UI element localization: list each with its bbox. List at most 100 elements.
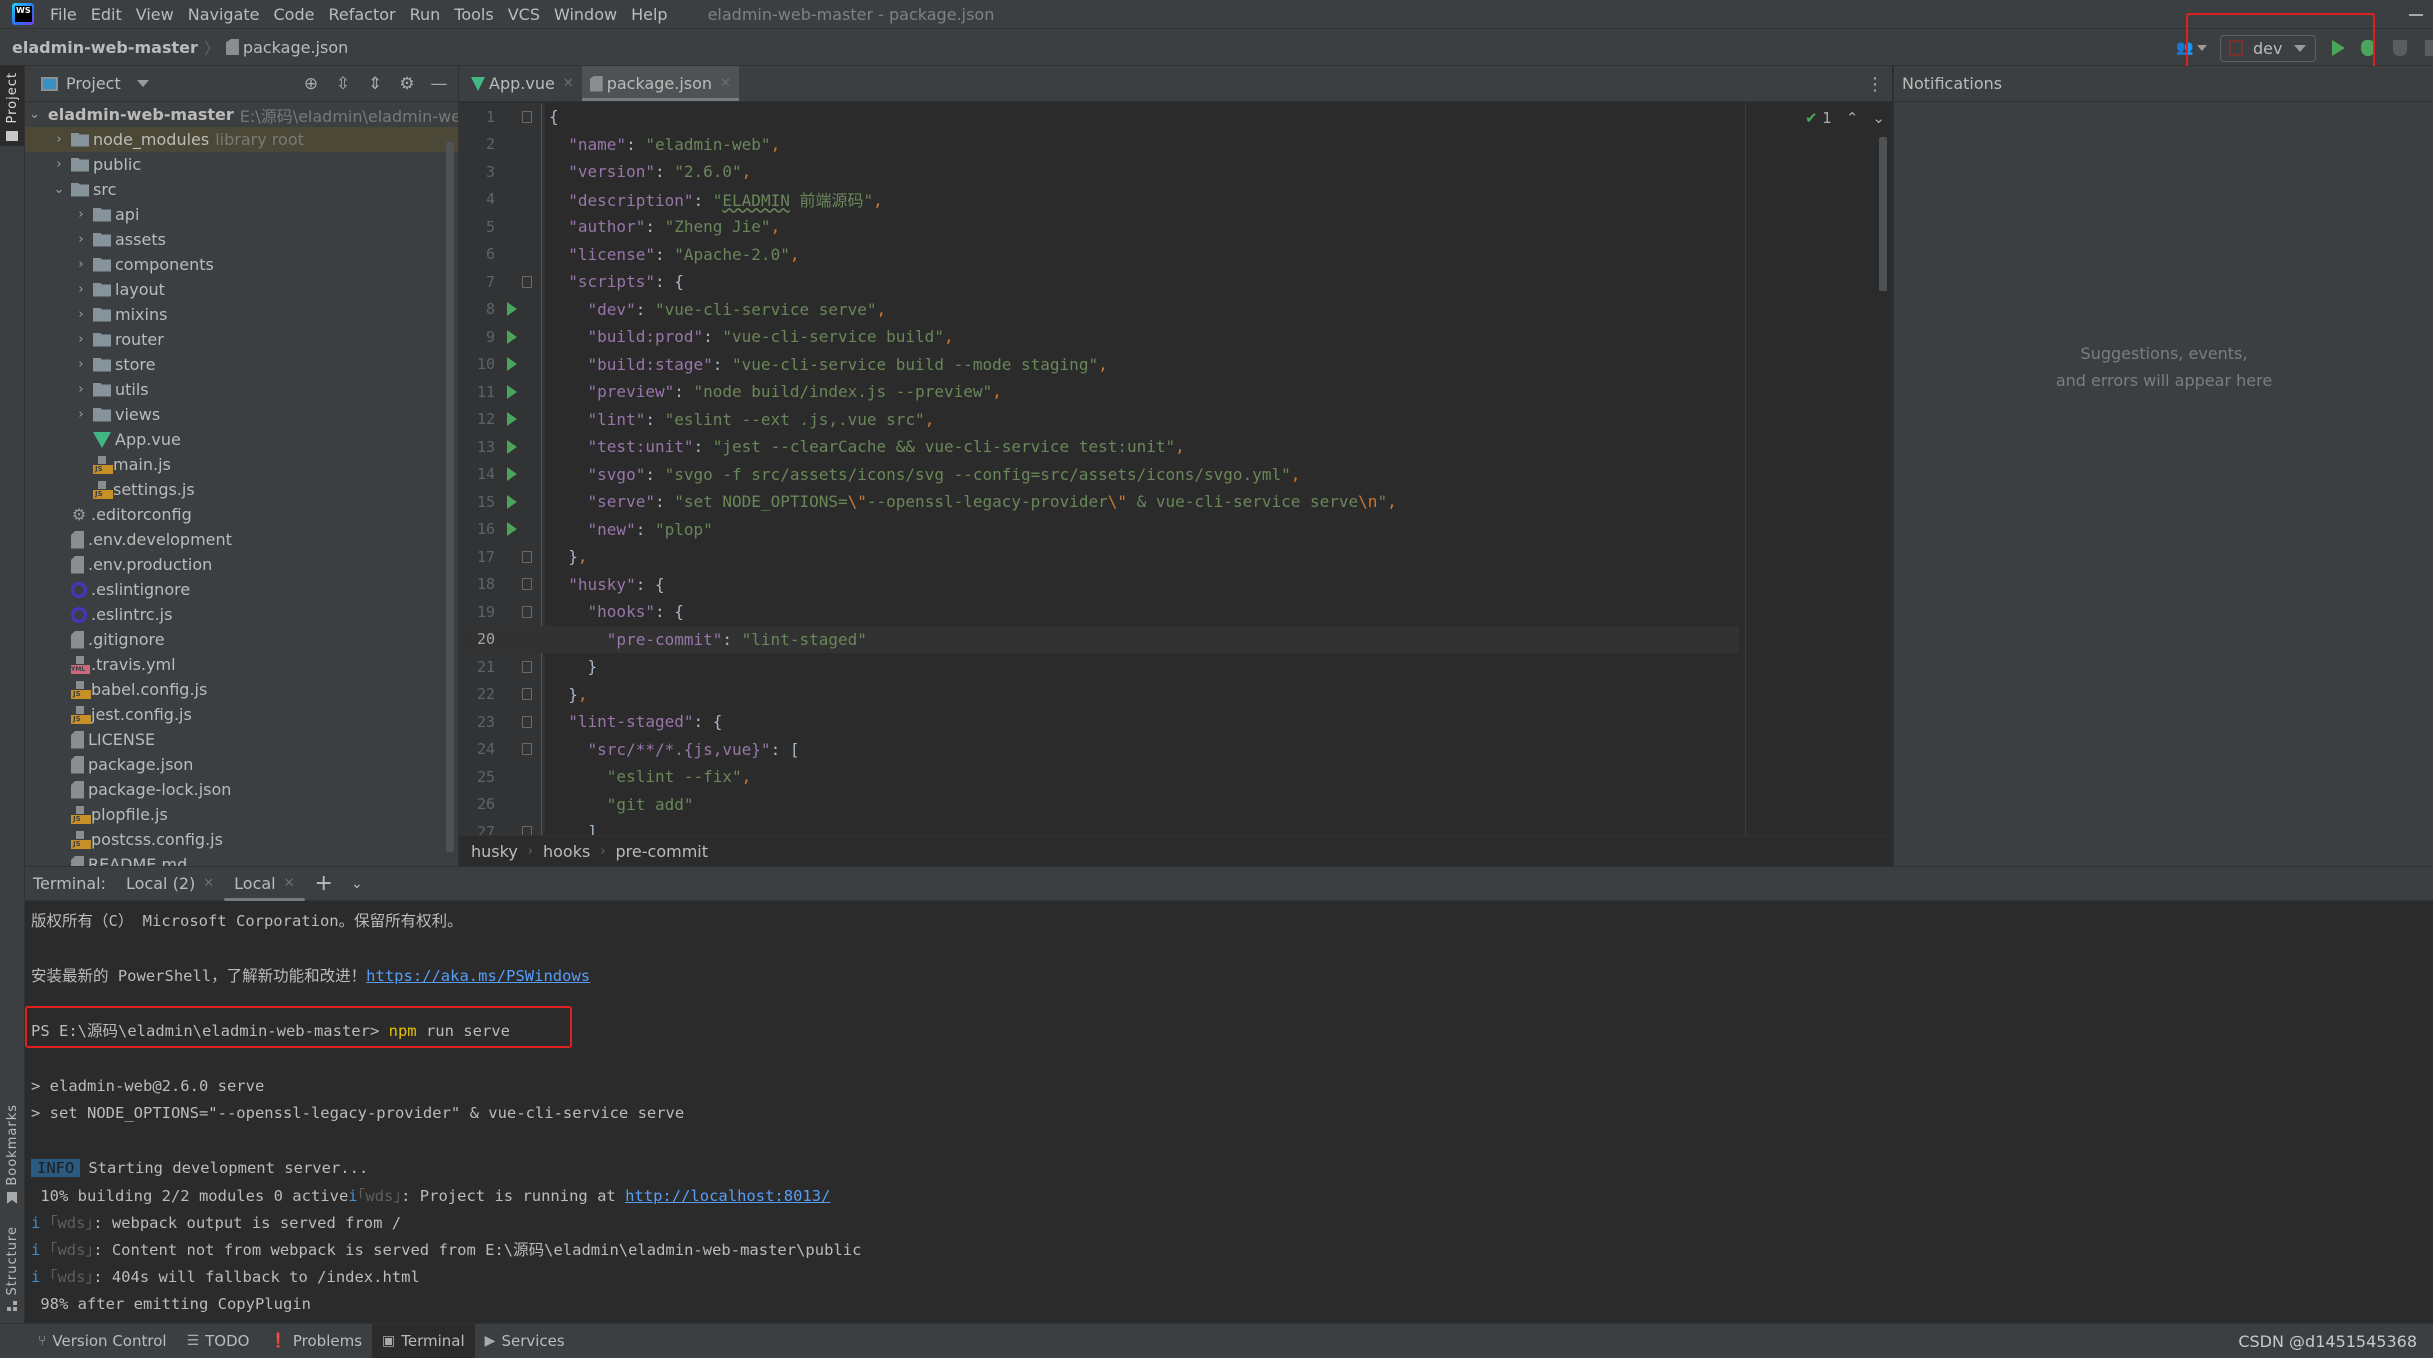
menu-navigate[interactable]: Navigate <box>188 5 260 24</box>
code-line[interactable]: 22 }, <box>459 681 1739 709</box>
tree-item[interactable]: ⌄ src <box>25 177 458 202</box>
previous-highlight-icon[interactable]: ⌃ <box>1846 109 1859 127</box>
menu-file[interactable]: File <box>50 5 77 24</box>
run-script-icon[interactable] <box>507 522 517 537</box>
tree-item[interactable]: .env.production <box>25 552 458 577</box>
close-icon[interactable]: ✕ <box>563 76 574 91</box>
code-line[interactable]: 15 "serve": "set NODE_OPTIONS=\"--openss… <box>459 488 1739 516</box>
fold-icon[interactable] <box>522 275 532 288</box>
inspection-status[interactable]: ✔ 1 <box>1805 109 1832 127</box>
tree-item[interactable]: .eslintrc.js <box>25 602 458 627</box>
code-line[interactable]: 23 "lint-staged": { <box>459 708 1739 736</box>
code-line[interactable]: 25 "eslint --fix", <box>459 763 1739 791</box>
tree-item[interactable]: postcss.config.js <box>25 827 458 852</box>
tree-item[interactable]: .gitignore <box>25 627 458 652</box>
menu-code[interactable]: Code <box>274 5 315 24</box>
tree-item[interactable]: main.js <box>25 452 458 477</box>
code-line[interactable]: 16 "new": "plop" <box>459 516 1739 544</box>
fold-icon[interactable] <box>522 715 532 728</box>
code-line[interactable]: 21 } <box>459 653 1739 681</box>
tool-todo[interactable]: ☰ TODO <box>177 1324 260 1358</box>
tree-item[interactable]: › utils <box>25 377 458 402</box>
locate-file-icon[interactable]: ⊕ <box>302 75 320 93</box>
menu-window[interactable]: Window <box>554 5 617 24</box>
menu-edit[interactable]: Edit <box>91 5 122 24</box>
chevron-down-icon[interactable]: ⌄ <box>351 876 363 892</box>
breadcrumb-husky[interactable]: husky <box>471 842 518 861</box>
chevron-right-icon[interactable]: › <box>51 132 67 147</box>
terminal-output[interactable]: 版权所有（C） Microsoft Corporation。保留所有权利。 安装… <box>25 902 2433 1322</box>
chevron-down-icon[interactable]: ⌄ <box>29 107 40 122</box>
tool-version-control[interactable]: ⑂ Version Control <box>28 1324 177 1358</box>
code-line[interactable]: 14 "svgo": "svgo -f src/assets/icons/svg… <box>459 461 1739 489</box>
tree-item[interactable]: App.vue <box>25 427 458 452</box>
menu-run[interactable]: Run <box>410 5 441 24</box>
tree-item[interactable]: › assets <box>25 227 458 252</box>
project-view-selector[interactable]: Project <box>66 74 121 93</box>
chevron-right-icon[interactable]: › <box>73 407 89 422</box>
code-with-me-button[interactable]: 👥 <box>2176 38 2208 58</box>
tree-vertical-scrollbar[interactable] <box>446 142 454 852</box>
chevron-right-icon[interactable]: › <box>73 257 89 272</box>
chevron-right-icon[interactable]: › <box>73 332 89 347</box>
stripe-tab-project[interactable]: Project <box>0 66 24 146</box>
chevron-down-icon[interactable]: ⌄ <box>51 182 67 197</box>
fold-icon[interactable] <box>522 825 532 835</box>
tree-item[interactable]: › router <box>25 327 458 352</box>
run-with-coverage-icon[interactable] <box>2393 40 2407 56</box>
minimize-button[interactable] <box>2409 14 2423 16</box>
tool-terminal[interactable]: ▣ Terminal <box>372 1323 475 1358</box>
run-script-icon[interactable] <box>507 412 517 427</box>
powershell-link[interactable]: https://aka.ms/PSWindows <box>366 967 590 985</box>
tab-package-json[interactable]: package.json ✕ <box>581 66 740 101</box>
fold-icon[interactable] <box>522 605 532 618</box>
tree-item[interactable]: › node_modules library root <box>25 127 458 152</box>
chevron-down-icon[interactable] <box>136 80 149 87</box>
menu-view[interactable]: View <box>136 5 174 24</box>
run-script-icon[interactable] <box>507 329 517 344</box>
stop-icon[interactable] <box>2425 40 2433 56</box>
run-configuration-selector[interactable]: dev <box>2220 34 2316 62</box>
chevron-right-icon[interactable]: › <box>73 307 89 322</box>
chevron-right-icon[interactable]: › <box>73 357 89 372</box>
code-line[interactable]: 24 "src/**/*.{js,vue}": [ <box>459 736 1739 764</box>
code-line[interactable]: 8 "dev": "vue-cli-service serve", <box>459 296 1739 324</box>
chevron-right-icon[interactable]: › <box>51 157 67 172</box>
code-line[interactable]: 10 "build:stage": "vue-cli-service build… <box>459 351 1739 379</box>
tree-item[interactable]: ⚙ .editorconfig <box>25 502 458 527</box>
tree-item[interactable]: package-lock.json <box>25 777 458 802</box>
code-line[interactable]: 4 "description": "ELADMIN 前端源码", <box>459 186 1739 214</box>
fold-icon[interactable] <box>522 110 532 123</box>
tree-item[interactable]: › layout <box>25 277 458 302</box>
localhost-link[interactable]: http://localhost:8013/ <box>625 1187 830 1205</box>
more-options-icon[interactable]: ⋮ <box>1866 74 1884 95</box>
tree-item[interactable]: plopfile.js <box>25 802 458 827</box>
stripe-tab-structure[interactable]: Structure <box>0 1226 24 1312</box>
breadcrumb-hooks[interactable]: hooks <box>543 842 590 861</box>
code-line[interactable]: 17 }, <box>459 543 1739 571</box>
code-line[interactable]: 13 "test:unit": "jest --clearCache && vu… <box>459 433 1739 461</box>
tree-item[interactable]: › public <box>25 152 458 177</box>
chevron-right-icon[interactable]: › <box>73 382 89 397</box>
new-terminal-plus-icon[interactable]: + <box>315 871 333 896</box>
fold-icon[interactable] <box>522 660 532 673</box>
stripe-tab-bookmarks[interactable]: Bookmarks <box>0 1104 24 1204</box>
fold-icon[interactable] <box>522 550 532 563</box>
code-line[interactable]: 3 "version": "2.6.0", <box>459 158 1739 186</box>
fold-icon[interactable] <box>522 688 532 701</box>
gear-icon[interactable]: ⚙ <box>398 75 416 93</box>
code-line[interactable]: 6 "license": "Apache-2.0", <box>459 241 1739 269</box>
chevron-right-icon[interactable]: › <box>73 232 89 247</box>
run-script-icon[interactable] <box>507 467 517 482</box>
tree-item[interactable]: LICENSE <box>25 727 458 752</box>
fold-icon[interactable] <box>522 578 532 591</box>
tree-item[interactable]: › api <box>25 202 458 227</box>
tab-app-vue[interactable]: App.vue ✕ <box>459 66 582 101</box>
hide-panel-icon[interactable]: — <box>430 75 448 93</box>
tree-item[interactable]: .travis.yml <box>25 652 458 677</box>
tree-item[interactable]: › store <box>25 352 458 377</box>
menu-help[interactable]: Help <box>631 5 667 24</box>
debug-bug-icon[interactable] <box>2361 40 2375 56</box>
code-line[interactable]: 12 "lint": "eslint --ext .js,.vue src", <box>459 406 1739 434</box>
breadcrumb-pre-commit[interactable]: pre-commit <box>616 842 708 861</box>
